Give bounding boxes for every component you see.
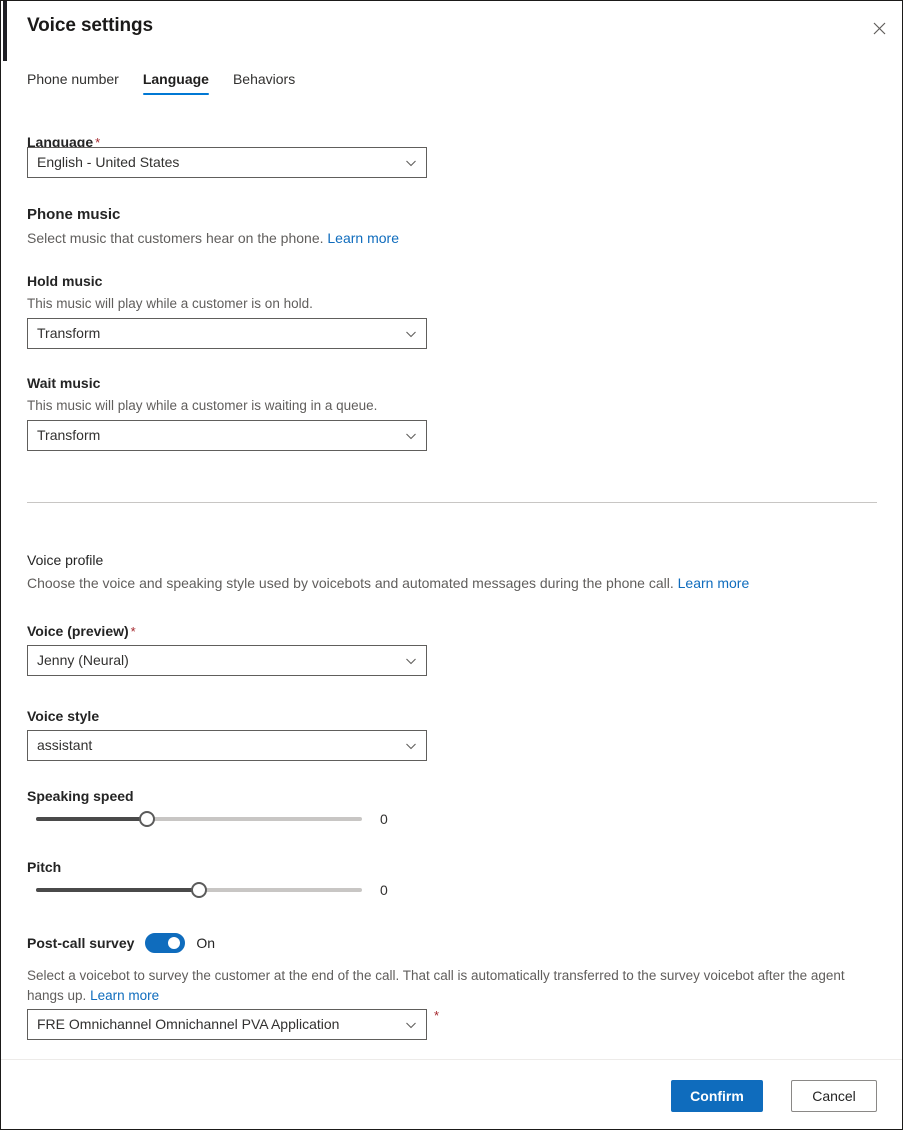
- tab-list: Phone number Language Behaviors: [27, 65, 307, 99]
- pitch-label: Pitch: [27, 859, 62, 875]
- dialog-body: Language * English - United States Phone …: [1, 109, 902, 1059]
- voice-dropdown-value: Jenny (Neural): [37, 652, 129, 668]
- section-divider: [27, 502, 877, 503]
- wait-music-dropdown-value: Transform: [37, 427, 101, 443]
- pitch-slider[interactable]: [36, 880, 362, 900]
- wait-music-dropdown[interactable]: Transform: [27, 420, 427, 451]
- slider-fill: [36, 888, 199, 892]
- cancel-button[interactable]: Cancel: [791, 1080, 877, 1112]
- dialog-footer: Confirm Cancel: [1, 1060, 902, 1129]
- post-call-survey-row: Post-call survey On: [27, 933, 215, 953]
- close-button[interactable]: [860, 11, 898, 45]
- voice-style-dropdown[interactable]: assistant: [27, 730, 427, 761]
- speaking-speed-slider-row: 0: [36, 809, 388, 829]
- confirm-button[interactable]: Confirm: [671, 1080, 763, 1112]
- post-call-survey-toggle-state: On: [196, 935, 216, 951]
- survey-voicebot-required-asterisk: *: [434, 1008, 440, 1023]
- voice-field-label: Voice (preview) *: [27, 623, 136, 639]
- slider-thumb[interactable]: [191, 882, 207, 898]
- voice-profile-description: Choose the voice and speaking style used…: [27, 575, 750, 591]
- post-call-survey-toggle[interactable]: [145, 933, 186, 953]
- dialog-header: Voice settings: [1, 1, 902, 57]
- pitch-slider-row: 0: [36, 880, 388, 900]
- hold-music-label: Hold music: [27, 273, 103, 289]
- language-dropdown-value: English - United States: [37, 154, 180, 170]
- speaking-speed-label: Speaking speed: [27, 788, 134, 804]
- voice-required-asterisk: *: [130, 624, 136, 639]
- wait-music-hint: This music will play while a customer is…: [27, 398, 378, 413]
- speaking-speed-value: 0: [380, 811, 388, 827]
- hold-music-hint: This music will play while a customer is…: [27, 296, 313, 311]
- voice-profile-heading: Voice profile: [27, 552, 104, 568]
- hold-music-dropdown[interactable]: Transform: [27, 318, 427, 349]
- wait-music-label: Wait music: [27, 375, 101, 391]
- tab-behaviors[interactable]: Behaviors: [221, 65, 307, 99]
- voice-style-dropdown-value: assistant: [37, 737, 93, 753]
- page-title: Voice settings: [27, 15, 154, 36]
- phone-music-heading: Phone music: [27, 206, 121, 223]
- speaking-speed-slider[interactable]: [36, 809, 362, 829]
- voice-profile-learn-more-link[interactable]: Learn more: [678, 575, 750, 591]
- slider-fill: [36, 817, 147, 821]
- close-icon: [873, 22, 886, 35]
- survey-voicebot-dropdown[interactable]: FRE Omnichannel Omnichannel PVA Applicat…: [27, 1009, 427, 1040]
- post-call-survey-learn-more-link[interactable]: Learn more: [90, 988, 159, 1003]
- tab-phone-number[interactable]: Phone number: [15, 65, 131, 99]
- phone-music-description: Select music that customers hear on the …: [27, 230, 399, 246]
- tab-language[interactable]: Language: [131, 65, 221, 99]
- post-call-survey-description: Select a voicebot to survey the customer…: [27, 968, 845, 1003]
- slider-thumb[interactable]: [138, 811, 155, 827]
- phone-music-learn-more-link[interactable]: Learn more: [327, 230, 399, 246]
- voice-style-label: Voice style: [27, 708, 100, 724]
- voice-settings-dialog: Voice settings Phone number Language Beh…: [0, 0, 903, 1130]
- language-dropdown[interactable]: English - United States: [27, 147, 427, 178]
- pitch-value: 0: [380, 882, 388, 898]
- voice-dropdown[interactable]: Jenny (Neural): [27, 645, 427, 676]
- hold-music-dropdown-value: Transform: [37, 325, 101, 341]
- post-call-survey-label: Post-call survey: [27, 935, 135, 951]
- survey-voicebot-dropdown-value: FRE Omnichannel Omnichannel PVA Applicat…: [37, 1016, 340, 1032]
- toggle-knob: [168, 937, 181, 949]
